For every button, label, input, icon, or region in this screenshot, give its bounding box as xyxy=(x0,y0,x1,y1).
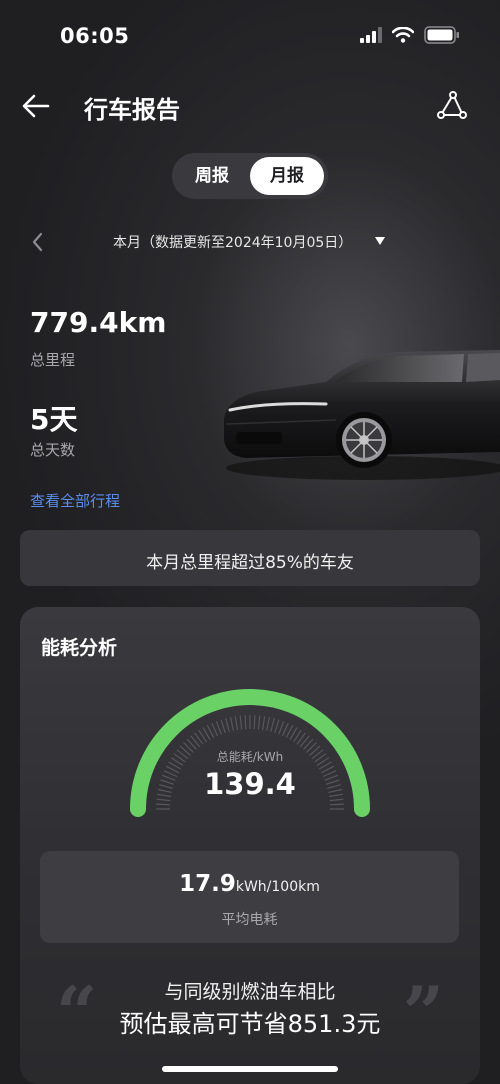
total-mileage-label: 总里程 xyxy=(30,351,76,369)
chevron-left-icon[interactable] xyxy=(28,230,48,254)
average-consumption-box: 17.9kWh/100km 平均电耗 xyxy=(40,851,459,943)
total-days-value: 5天 xyxy=(30,403,78,436)
gauge-label: 总能耗/kWh xyxy=(216,750,284,764)
page-title: 行车报告 xyxy=(84,96,180,124)
gauge-value: 139.4 xyxy=(204,767,296,801)
average-consumption-unit: kWh/100km xyxy=(235,879,320,895)
tab-week-report[interactable]: 周报 xyxy=(176,157,248,195)
view-all-trips-link[interactable]: 查看全部行程 xyxy=(30,490,120,511)
average-consumption-value: 17.9 xyxy=(179,871,236,897)
period-selector: 本月（数据更新至2024年10月05日） xyxy=(0,226,500,258)
average-consumption-label: 平均电耗 xyxy=(221,912,278,928)
total-mileage-value: 779.4km xyxy=(30,306,167,339)
car-image xyxy=(224,350,500,480)
saving-amount-text: 预估最高可节省851.3元 xyxy=(119,1010,381,1038)
tab-month-report[interactable]: 月报 xyxy=(250,157,324,195)
caret-down-icon[interactable] xyxy=(374,236,386,246)
status-bar: 06:05 xyxy=(0,0,500,72)
total-days-label: 总天数 xyxy=(30,441,76,459)
status-icons xyxy=(360,26,460,44)
route-icon[interactable] xyxy=(436,90,468,122)
energy-card-title: 能耗分析 xyxy=(41,637,118,659)
nav-bar: 行车报告 xyxy=(0,80,500,132)
mileage-comparison-text: 本月总里程超过85%的车友 xyxy=(146,553,354,573)
status-time: 06:05 xyxy=(60,24,130,48)
wifi-icon xyxy=(392,27,414,43)
report-type-switch: 周报 月报 xyxy=(172,153,328,199)
energy-analysis-card: 能耗分析 总能耗/kWh 139.4 17.9kWh/100km 平均电耗 “ … xyxy=(20,607,480,1084)
period-label[interactable]: 本月（数据更新至2024年10月05日） xyxy=(113,232,352,252)
battery-icon xyxy=(424,26,459,44)
average-consumption-line: 17.9kWh/100km xyxy=(40,871,459,897)
saving-comparison-text: 与同级别燃油车相比 xyxy=(164,981,336,1003)
arrow-left-icon[interactable] xyxy=(20,90,52,122)
mileage-comparison-banner: 本月总里程超过85%的车友 xyxy=(20,530,480,586)
home-indicator xyxy=(162,1066,338,1072)
signal-icon xyxy=(360,27,382,43)
